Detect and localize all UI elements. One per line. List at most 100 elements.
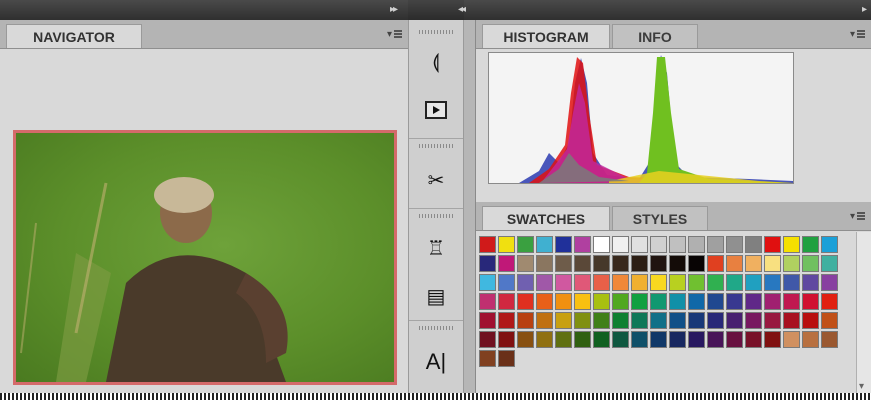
strip-grip[interactable] <box>419 30 453 34</box>
color-swatch[interactable] <box>650 236 667 253</box>
panel-menu-button[interactable]: ▾ <box>850 29 865 40</box>
color-swatch[interactable] <box>707 255 724 272</box>
color-swatch[interactable] <box>707 236 724 253</box>
play-action-icon[interactable] <box>419 96 453 124</box>
color-swatch[interactable] <box>555 293 572 310</box>
color-swatch[interactable] <box>574 274 591 291</box>
color-swatch[interactable] <box>631 293 648 310</box>
color-swatch[interactable] <box>555 331 572 348</box>
color-swatch[interactable] <box>764 236 781 253</box>
color-swatch[interactable] <box>783 331 800 348</box>
color-swatch[interactable] <box>802 293 819 310</box>
color-swatch[interactable] <box>669 255 686 272</box>
color-swatch[interactable] <box>498 293 515 310</box>
color-swatch[interactable] <box>726 274 743 291</box>
color-swatch[interactable] <box>669 293 686 310</box>
color-swatch[interactable] <box>498 255 515 272</box>
color-swatch[interactable] <box>688 312 705 329</box>
color-swatch[interactable] <box>593 312 610 329</box>
color-swatch[interactable] <box>821 293 838 310</box>
color-swatch[interactable] <box>707 274 724 291</box>
color-swatch[interactable] <box>669 274 686 291</box>
color-swatch[interactable] <box>574 312 591 329</box>
color-swatch[interactable] <box>517 331 534 348</box>
tool-presets-icon[interactable]: ▤ <box>419 282 453 310</box>
color-swatch[interactable] <box>650 312 667 329</box>
color-swatch[interactable] <box>536 274 553 291</box>
expand-panels-button[interactable]: ◂◂ <box>458 4 466 15</box>
panel-menu-button[interactable]: ▾ <box>387 29 402 40</box>
color-swatch[interactable] <box>612 293 629 310</box>
color-swatch[interactable] <box>555 274 572 291</box>
color-swatch[interactable] <box>821 236 838 253</box>
clone-source-icon[interactable]: ♖ <box>419 234 453 262</box>
color-swatch[interactable] <box>555 236 572 253</box>
color-swatch[interactable] <box>612 312 629 329</box>
color-swatch[interactable] <box>726 255 743 272</box>
color-swatch[interactable] <box>498 350 515 367</box>
color-swatch[interactable] <box>802 236 819 253</box>
strip-grip[interactable] <box>419 214 453 218</box>
color-swatch[interactable] <box>612 274 629 291</box>
color-swatch[interactable] <box>593 255 610 272</box>
color-swatch[interactable] <box>479 350 496 367</box>
color-swatch[interactable] <box>593 331 610 348</box>
collapse-to-icons-button[interactable]: ▸▸ <box>390 4 398 15</box>
color-swatch[interactable] <box>802 331 819 348</box>
color-swatch[interactable] <box>498 274 515 291</box>
scroll-down-icon[interactable]: ▾ <box>859 381 864 392</box>
color-swatch[interactable] <box>517 236 534 253</box>
color-swatch[interactable] <box>574 236 591 253</box>
color-swatch[interactable] <box>783 312 800 329</box>
color-swatch[interactable] <box>707 293 724 310</box>
color-swatch[interactable] <box>631 331 648 348</box>
color-swatch[interactable] <box>745 312 762 329</box>
color-swatch[interactable] <box>612 236 629 253</box>
color-swatch[interactable] <box>688 293 705 310</box>
tab-histogram[interactable]: HISTOGRAM <box>482 24 610 48</box>
color-swatch[interactable] <box>593 274 610 291</box>
color-swatch[interactable] <box>631 312 648 329</box>
color-swatch[interactable] <box>688 255 705 272</box>
color-swatch[interactable] <box>726 293 743 310</box>
color-swatch[interactable] <box>726 236 743 253</box>
color-swatch[interactable] <box>536 293 553 310</box>
color-swatch[interactable] <box>783 274 800 291</box>
color-swatch[interactable] <box>479 312 496 329</box>
color-swatch[interactable] <box>650 331 667 348</box>
color-swatch[interactable] <box>707 331 724 348</box>
color-swatch[interactable] <box>669 236 686 253</box>
color-swatch[interactable] <box>669 312 686 329</box>
color-swatch[interactable] <box>745 293 762 310</box>
history-brush-icon[interactable]: ⟬ <box>419 48 453 76</box>
color-swatch[interactable] <box>802 274 819 291</box>
color-swatch[interactable] <box>555 312 572 329</box>
color-swatch[interactable] <box>498 331 515 348</box>
color-swatch[interactable] <box>479 274 496 291</box>
color-swatch[interactable] <box>517 312 534 329</box>
color-swatch[interactable] <box>802 312 819 329</box>
strip-grip[interactable] <box>419 144 453 148</box>
color-swatch[interactable] <box>631 255 648 272</box>
color-swatch[interactable] <box>536 255 553 272</box>
color-swatch[interactable] <box>688 331 705 348</box>
color-swatch[interactable] <box>745 236 762 253</box>
color-swatch[interactable] <box>498 312 515 329</box>
color-swatch[interactable] <box>764 274 781 291</box>
color-swatch[interactable] <box>669 331 686 348</box>
color-swatch[interactable] <box>574 255 591 272</box>
navigator-preview-image[interactable] <box>13 130 397 385</box>
color-swatch[interactable] <box>764 293 781 310</box>
color-swatch[interactable] <box>745 274 762 291</box>
color-swatch[interactable] <box>707 312 724 329</box>
color-swatch[interactable] <box>612 255 629 272</box>
color-swatch[interactable] <box>612 331 629 348</box>
color-swatch[interactable] <box>688 274 705 291</box>
color-swatch[interactable] <box>517 293 534 310</box>
color-swatch[interactable] <box>726 331 743 348</box>
color-swatch[interactable] <box>631 236 648 253</box>
panel-menu-button[interactable]: ▾ <box>850 211 865 222</box>
color-swatch[interactable] <box>517 274 534 291</box>
color-swatch[interactable] <box>688 236 705 253</box>
color-swatch[interactable] <box>536 236 553 253</box>
